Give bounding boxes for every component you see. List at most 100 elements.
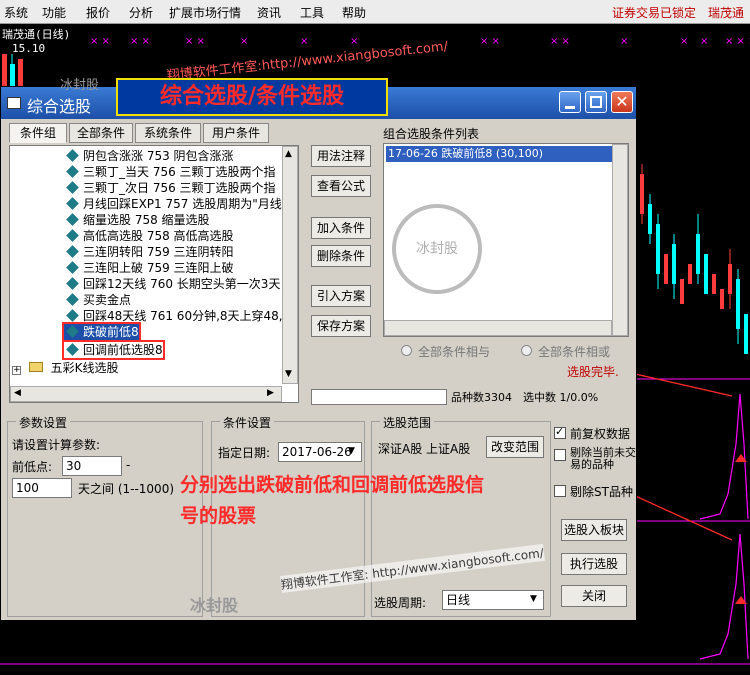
tree-item[interactable]: 买卖金点 (64, 292, 131, 308)
scroll-left-icon[interactable]: ◀ (14, 388, 21, 398)
condition-tree[interactable]: 阴包含涨涨 753 阴包含涨涨 三颗丁_当天 756 三颗丁选股两个指 三颗丁_… (9, 145, 299, 403)
front-low-suffix: - (126, 458, 131, 472)
variety-count: 品种数3304 (451, 391, 512, 404)
combined-list-label: 组合选股条件列表 (383, 127, 480, 141)
tab-system-conditions[interactable]: 系统条件 (135, 123, 201, 143)
params-prompt: 请设置计算参数: (12, 438, 101, 452)
tree-item[interactable]: 三颗丁_次日 756 三颗丁选股两个指 (64, 180, 276, 196)
list-item[interactable]: 17-06-26 跌破前低8 (30,100) (386, 146, 626, 162)
front-low-label: 前低点: (12, 460, 53, 474)
condition-group-label: 条件设置 (220, 414, 275, 431)
params-group: 参数设置 请设置计算参数: 前低点: 30 - 100 天之间 (1--1000… (7, 414, 203, 617)
stock-name-menu[interactable]: 瑞茂通 (708, 4, 744, 21)
params-group-label: 参数设置 (16, 414, 71, 431)
date-label: 指定日期: (218, 446, 271, 460)
svg-text:×: × (300, 36, 308, 47)
tree-item[interactable]: 回踩48天线 761 60分钟,8天上穿48, (64, 308, 283, 324)
tree-item[interactable]: 缩量选股 758 缩量选股 (64, 212, 210, 228)
add-to-block-button[interactable]: 选股入板块 (561, 519, 627, 541)
period-select[interactable]: 日线 (442, 590, 544, 610)
svg-text:× × ×: × × × (725, 36, 750, 47)
selected-count: 选中数 1/0.0% (523, 391, 599, 404)
progress-bar (311, 389, 447, 405)
tree-item[interactable]: 三连阴转阳 759 三连阴转阳 (64, 244, 234, 260)
close-dialog-button[interactable]: 关闭 (561, 585, 627, 607)
svg-text:× ×: × × (185, 36, 205, 47)
menu-quote[interactable]: 报价 (86, 4, 110, 21)
menu-extended-market[interactable]: 扩展市场行情 (169, 4, 241, 21)
formula-icon (66, 197, 79, 210)
exclude-st-checkbox[interactable] (554, 485, 566, 497)
tree-folder[interactable]: + 五彩K线选股 (12, 360, 119, 376)
radio-and[interactable] (401, 345, 412, 356)
front-low-input[interactable]: 30 (62, 456, 122, 476)
save-plan-button[interactable]: 保存方案 (311, 315, 371, 337)
list-vertical-scrollbar[interactable] (612, 144, 628, 336)
list-horizontal-scrollbar[interactable] (384, 320, 612, 336)
svg-text:× ×: × × (480, 36, 500, 47)
tab-condition-group[interactable]: 条件组 (9, 123, 67, 143)
execute-screening-button[interactable]: 执行选股 (561, 553, 627, 575)
scroll-down-icon[interactable]: ▼ (285, 369, 292, 379)
scroll-up-icon[interactable]: ▲ (285, 149, 292, 159)
menu-analysis[interactable]: 分析 (129, 4, 153, 21)
svg-text:× ×: × × (90, 36, 110, 47)
formula-icon (66, 229, 79, 242)
minimize-button[interactable] (559, 91, 581, 113)
menu-tools[interactable]: 工具 (300, 4, 324, 21)
dialog-title: 综合选股 (27, 97, 92, 116)
watermark-name-bottom: 冰封股 (190, 596, 239, 615)
menu-news[interactable]: 资讯 (257, 4, 281, 21)
view-formula-button[interactable]: 查看公式 (311, 175, 371, 197)
formula-icon (66, 245, 79, 258)
price-label: 15.10 (12, 42, 46, 55)
seal-watermark: 冰封股 (392, 204, 482, 294)
tab-user-conditions[interactable]: 用户条件 (203, 123, 269, 143)
indicator-spikes (699, 393, 749, 660)
add-condition-button[interactable]: 加入条件 (311, 217, 371, 239)
expand-icon[interactable]: + (12, 366, 21, 375)
menu-function[interactable]: 功能 (42, 4, 66, 21)
svg-text:×: × (240, 36, 248, 47)
tree-item[interactable]: 高低高选股 758 高低高选股 (64, 228, 234, 244)
tree-horizontal-scrollbar[interactable]: ◀ ▶ (10, 386, 282, 402)
tab-all-conditions[interactable]: 全部条件 (69, 123, 133, 143)
minimize-icon (565, 106, 575, 109)
formula-icon (66, 343, 79, 356)
chevron-down-icon[interactable]: ▼ (348, 446, 355, 456)
screening-status: 选股完毕. (567, 365, 619, 379)
restore-rights-label: 前复权数据 (570, 427, 631, 441)
tree-item[interactable]: 三连阳上破 759 三连阳上破 (64, 260, 234, 276)
tree-item[interactable]: 回踩12天线 760 长期空头第一次3天 (64, 276, 280, 292)
usage-notes-button[interactable]: 用法注释 (311, 145, 371, 167)
close-button[interactable]: ✕ (611, 91, 633, 113)
candles-right (640, 164, 748, 354)
menu-system[interactable]: 系统 (4, 4, 28, 21)
exclude-unlisted-checkbox[interactable] (554, 449, 566, 461)
folder-icon (28, 362, 43, 372)
menu-help[interactable]: 帮助 (342, 4, 366, 21)
period-chevron-icon[interactable]: ▼ (530, 594, 537, 604)
formula-icon (66, 181, 79, 194)
delete-condition-button[interactable]: 删除条件 (311, 245, 371, 267)
radio-or[interactable] (521, 345, 532, 356)
tree-item-selected[interactable]: 跌破前低8 (62, 322, 141, 342)
tree-item[interactable]: 三颗丁_当天 756 三颗丁选股两个指 (64, 164, 276, 180)
range-group-label: 选股范围 (380, 414, 435, 431)
tree-item-highlighted[interactable]: 回调前低选股8 (62, 340, 165, 360)
scroll-right-icon[interactable]: ▶ (267, 388, 274, 398)
maximize-button[interactable] (585, 91, 607, 113)
change-range-button[interactable]: 改变范围 (486, 436, 544, 458)
formula-icon (66, 213, 79, 226)
days-input[interactable]: 100 (12, 478, 72, 498)
import-plan-button[interactable]: 引入方案 (311, 285, 371, 307)
days-suffix: 天之间 (1--1000) (78, 482, 175, 496)
tree-vertical-scrollbar[interactable]: ▲ ▼ (282, 146, 298, 384)
tree-item[interactable]: 阴包含涨涨 753 阴包含涨涨 (64, 148, 234, 164)
stock-screener-dialog: 综合选股 ✕ 条件组 全部条件 系统条件 用户条件 阴包含涨涨 753 阴包含涨… (0, 86, 637, 621)
trade-lock-status[interactable]: 证券交易已锁定 (612, 4, 696, 21)
restore-rights-checkbox[interactable] (554, 425, 566, 439)
stock-chart-label: 瑞茂通(日线) (2, 28, 71, 41)
tree-item[interactable]: 月线回踩EXP1 757 选股周期为"月线 (64, 196, 282, 212)
combined-condition-list[interactable]: 17-06-26 跌破前低8 (30,100) 冰封股 (383, 143, 629, 337)
